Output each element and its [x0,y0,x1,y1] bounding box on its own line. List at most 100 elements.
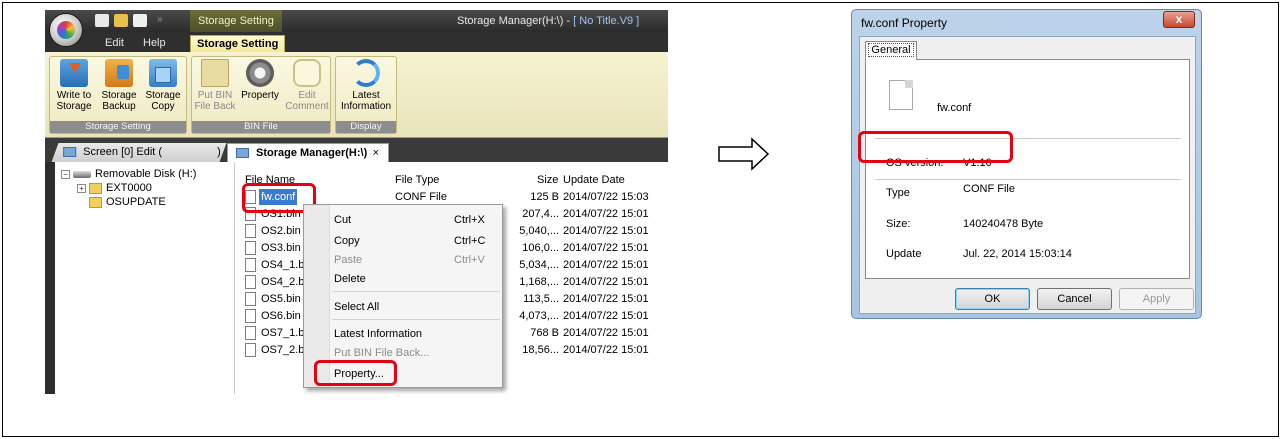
menu-item-copy[interactable]: Copy [334,234,360,248]
put-bin-file-back-button[interactable]: Put BIN File Back [194,59,236,112]
tree-ext0000-label: EXT0000 [106,182,152,194]
expand-icon[interactable]: + [77,183,86,193]
file-name: OS3.bin [261,242,301,254]
tab-help[interactable]: Help [137,35,172,52]
ok-button[interactable]: OK [955,288,1030,310]
cancel-button[interactable]: Cancel [1037,288,1112,310]
file-size: 5,040,... [519,225,559,237]
refresh-icon [352,59,380,87]
menu-item-paste[interactable]: Paste [334,253,362,267]
new-file-icon[interactable] [95,14,109,27]
menu-item-latest-information[interactable]: Latest Information [334,327,422,341]
close-tab-icon[interactable]: × [373,144,379,162]
tab-storage-manager-label: Storage Manager(H:\) [256,147,368,159]
tree-item-removable-disk[interactable]: − Removable Disk (H:) [61,168,196,181]
tab-screen-edit[interactable]: Screen [0] Edit ( ) [51,143,227,162]
file-icon [245,326,256,340]
edit-comment-label-1: Edit [298,90,316,101]
close-icon[interactable]: x [1163,11,1195,28]
tree-item-ext0000[interactable]: + EXT0000 [77,182,152,195]
storage-copy-label-1: Storage [145,90,181,101]
ribbon-tab-row: Edit Help Storage Setting [45,32,668,52]
column-header-type[interactable]: File Type [395,172,439,188]
collapse-icon[interactable]: − [61,169,70,179]
app-logo-icon [57,21,75,39]
property-button[interactable]: Property [238,59,282,101]
dialog-body: General fw.conf OS version: V1.10 Type C… [859,36,1196,314]
file-icon [245,309,256,323]
group-caption-display: Display [336,121,396,133]
latest-info-label-1: Latest [352,90,380,101]
put-bin-label-2: File Back [194,101,236,112]
shortcut-paste: Ctrl+V [454,254,485,266]
menu-separator [332,319,500,320]
file-icon [245,258,256,272]
file-size: 5,034,... [519,259,559,271]
customize-toolbar-icon[interactable]: » [157,14,163,25]
file-name: OS2.bin [261,225,301,237]
screen-icon [63,147,77,157]
file-name: OS4_2.bi [261,276,307,288]
file-icon [245,343,256,357]
file-type: CONF File [395,191,447,203]
storage-copy-icon [149,59,177,87]
property-file-name: fw.conf [937,102,972,114]
column-header-size[interactable]: Size [537,172,558,188]
write-to-storage-button[interactable]: Write to Storage [52,59,96,112]
folder-icon [201,59,229,87]
title-bar: » Storage Setting Storage Manager(H:\) -… [45,10,668,32]
shortcut-cut: Ctrl+X [454,214,485,226]
tab-storage-setting[interactable]: Storage Setting [190,35,286,52]
tab-general[interactable]: General [865,41,917,60]
file-size: 1,168,... [519,276,559,288]
edit-comment-button[interactable]: Edit Comment [284,59,330,112]
file-name: OS7_1.bi [261,327,307,339]
window-document-name: [ No Title.V9 ] [573,15,640,27]
tree-item-osupdate[interactable]: OSUPDATE [89,196,166,209]
group-caption-storage-setting: Storage Setting [50,121,186,133]
tab-screen-edit-label: Screen [0] Edit ( [83,146,163,158]
file-icon [889,80,913,110]
edit-comment-label-2: Comment [285,101,329,112]
menu-item-delete[interactable]: Delete [334,272,366,286]
save-icon[interactable] [133,14,147,27]
contextual-tab-title: Storage Setting [190,10,282,32]
update-value: Jul. 22, 2014 15:03:14 [963,248,1072,260]
file-name: OS6.bin [261,310,301,322]
application-menu-button[interactable] [49,13,83,47]
tab-general-label: General [868,43,914,57]
file-date: 2014/07/22 15:01 [563,344,649,356]
storage-copy-button[interactable]: Storage Copy [142,59,184,112]
open-folder-icon[interactable] [114,14,128,27]
folder-icon [89,196,102,208]
menu-item-select-all[interactable]: Select All [334,300,379,314]
write-to-storage-label-1: Write to [56,90,92,101]
column-header-date[interactable]: Update Date [563,172,625,188]
tab-storage-manager[interactable]: Storage Manager(H:\) × [227,143,389,162]
tree-osupdate-label: OSUPDATE [106,196,166,208]
tab-screen-edit-suffix: ) [217,146,221,158]
menu-separator [332,291,500,292]
storage-backup-button[interactable]: Storage Backup [98,59,140,112]
file-name: OS5.bin [261,293,301,305]
menu-item-cut[interactable]: Cut [334,213,351,227]
size-value: 140240478 Byte [963,218,1044,230]
divider [875,179,1181,180]
latest-information-button[interactable]: Latest Information [338,59,394,112]
file-date: 2014/07/22 15:01 [563,242,649,254]
window-title: Storage Manager(H:\) - [ No Title.V9 ] [457,15,639,27]
group-storage-setting: Write to Storage Storage Backup Storage … [49,56,187,134]
tab-edit[interactable]: Edit [99,35,130,52]
apply-button[interactable]: Apply [1119,288,1194,310]
dialog-title: fw.conf Property [861,16,948,30]
file-size: 106,0... [522,242,559,254]
group-display: Latest Information Display [335,56,397,134]
size-label: Size: [886,218,911,230]
group-bin-file: Put BIN File Back Property Edit Comment … [191,56,331,134]
menu-item-put-bin-file-back[interactable]: Put BIN File Back... [334,346,429,360]
folder-icon [89,182,102,194]
file-icon [245,292,256,306]
storage-backup-icon [105,59,133,87]
file-date: 2014/07/22 15:01 [563,293,649,305]
removable-disk-icon [73,170,91,178]
